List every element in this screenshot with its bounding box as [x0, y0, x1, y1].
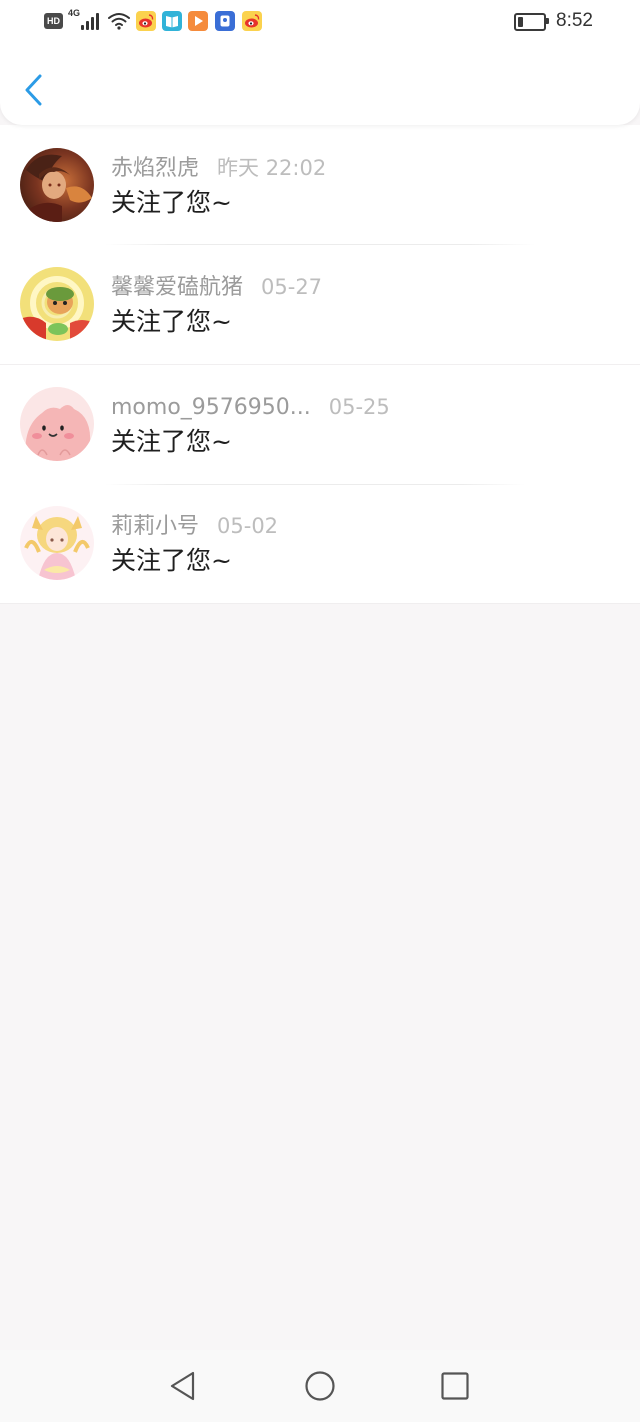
notification-item[interactable]: 赤焰烈虎 昨天 22:02 关注了您~	[0, 125, 640, 244]
recents-square-icon	[441, 1372, 469, 1400]
book-app-icon	[162, 11, 182, 31]
nav-home-button[interactable]	[303, 1369, 337, 1403]
notification-item[interactable]: momo_9576950... 05-25 关注了您~	[0, 364, 640, 483]
blue-app-icon	[215, 11, 235, 31]
signal-bar	[86, 21, 89, 30]
notification-message: 关注了您~	[111, 427, 232, 456]
back-triangle-icon	[170, 1371, 195, 1401]
system-nav-bar	[0, 1350, 640, 1422]
notification-time: 05-27	[261, 275, 323, 299]
status-bar: HD 4G 8:52	[0, 0, 640, 44]
notification-time: 05-25	[328, 395, 390, 419]
avatar-image	[20, 506, 94, 580]
network-type: 4G	[68, 8, 81, 18]
play-app-icon	[188, 11, 208, 31]
battery-tip	[546, 18, 549, 24]
notification-meta: momo_9576950... 05-25	[111, 394, 390, 420]
home-circle-icon	[305, 1371, 335, 1401]
signal-bar	[91, 17, 94, 30]
wifi-icon	[108, 13, 130, 30]
avatar-image	[20, 148, 94, 222]
battery-level	[518, 17, 523, 27]
notification-time: 昨天 22:02	[217, 156, 327, 180]
clock-time: 8:52	[556, 10, 593, 31]
notification-item[interactable]: 莉莉小号 05-02 关注了您~	[0, 483, 640, 602]
chevron-left-icon	[25, 74, 42, 106]
avatar[interactable]	[20, 267, 94, 341]
notification-list: 赤焰烈虎 昨天 22:02 关注了您~ 馨馨爱磕航猪 05-27 关注了您~ m…	[0, 125, 640, 604]
notification-meta: 馨馨爱磕航猪 05-27	[111, 274, 322, 300]
signal-bar	[96, 13, 99, 30]
nav-recents-button[interactable]	[438, 1369, 472, 1403]
notification-message: 关注了您~	[111, 188, 232, 217]
avatar[interactable]	[20, 506, 94, 580]
weibo-icon	[136, 11, 156, 31]
signal-bar	[81, 25, 84, 30]
avatar[interactable]	[20, 148, 94, 222]
hd-badge: HD	[44, 13, 63, 29]
nav-back-button[interactable]	[166, 1369, 200, 1403]
header: HD 4G 8:52	[0, 0, 640, 125]
notification-meta: 赤焰烈虎 昨天 22:02	[111, 155, 326, 181]
battery-icon	[514, 13, 546, 31]
signal-icon	[81, 12, 101, 30]
notification-time: 05-02	[217, 514, 279, 538]
user-name[interactable]: 赤焰烈虎	[111, 156, 199, 181]
back-button[interactable]	[16, 68, 52, 114]
user-name[interactable]: momo_9576950...	[111, 395, 311, 420]
avatar[interactable]	[20, 387, 94, 461]
notification-message: 关注了您~	[111, 307, 232, 336]
notification-message: 关注了您~	[111, 546, 232, 575]
user-name[interactable]: 莉莉小号	[111, 514, 199, 539]
user-name[interactable]: 馨馨爱磕航猪	[111, 275, 243, 300]
weibo-icon	[242, 11, 262, 31]
notification-meta: 莉莉小号 05-02	[111, 513, 278, 539]
avatar-image	[20, 387, 94, 461]
notification-item[interactable]: 馨馨爱磕航猪 05-27 关注了您~	[0, 244, 640, 363]
avatar-image	[20, 267, 94, 341]
